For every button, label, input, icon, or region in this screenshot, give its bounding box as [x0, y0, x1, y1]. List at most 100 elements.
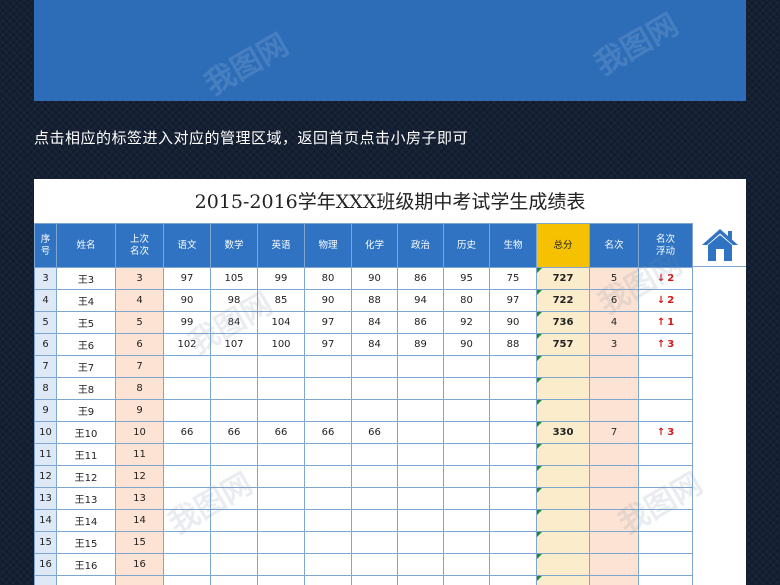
cell-seq[interactable]: 6	[34, 333, 57, 356]
cell-english[interactable]	[257, 465, 305, 488]
cell-seq[interactable]: 3	[34, 267, 57, 290]
cell-name[interactable]: 王3	[56, 267, 116, 290]
cell-politics[interactable]: 86	[397, 311, 444, 334]
cell-chemistry[interactable]: 66	[351, 421, 398, 444]
cell-rank[interactable]	[589, 487, 639, 510]
cell-change[interactable]: ↑ 3	[638, 333, 693, 356]
cell-seq[interactable]: 4	[34, 289, 57, 312]
cell-chinese[interactable]: 66	[163, 421, 211, 444]
cell-change[interactable]: ↑ 1	[638, 311, 693, 334]
cell-history[interactable]	[443, 355, 490, 378]
cell-rank[interactable]	[589, 553, 639, 576]
cell-name[interactable]: 王6	[56, 333, 116, 356]
cell-name[interactable]: 王13	[56, 487, 116, 510]
cell-english[interactable]: 99	[257, 267, 305, 290]
cell-chemistry[interactable]: 90	[351, 267, 398, 290]
cell-chemistry[interactable]	[351, 575, 398, 585]
cell-chemistry[interactable]: 84	[351, 311, 398, 334]
cell-prev-rank[interactable]: 8	[115, 377, 164, 400]
cell-english[interactable]	[257, 509, 305, 532]
cell-history[interactable]	[443, 553, 490, 576]
cell-math[interactable]: 66	[210, 421, 258, 444]
cell-english[interactable]	[257, 531, 305, 554]
cell-rank[interactable]: 5	[589, 267, 639, 290]
cell-english[interactable]	[257, 487, 305, 510]
cell-total[interactable]	[536, 509, 590, 532]
cell-name[interactable]: 王11	[56, 443, 116, 466]
cell-physics[interactable]: 97	[304, 333, 352, 356]
cell-physics[interactable]	[304, 575, 352, 585]
cell-chinese[interactable]	[163, 553, 211, 576]
cell-chinese[interactable]	[163, 355, 211, 378]
cell-chinese[interactable]	[163, 575, 211, 585]
cell-chemistry[interactable]	[351, 377, 398, 400]
cell-biology[interactable]	[489, 377, 537, 400]
cell-rank[interactable]	[589, 465, 639, 488]
cell-total[interactable]	[536, 487, 590, 510]
cell-chemistry[interactable]: 84	[351, 333, 398, 356]
cell-total[interactable]	[536, 531, 590, 554]
cell-rank[interactable]	[589, 355, 639, 378]
cell-chinese[interactable]	[163, 509, 211, 532]
cell-total[interactable]: 727	[536, 267, 590, 290]
cell-rank[interactable]	[589, 531, 639, 554]
cell-rank[interactable]	[589, 575, 639, 585]
cell-prev-rank[interactable]: 6	[115, 333, 164, 356]
cell-total[interactable]: 722	[536, 289, 590, 312]
cell-prev-rank[interactable]: 10	[115, 421, 164, 444]
cell-history[interactable]	[443, 443, 490, 466]
cell-chinese[interactable]	[163, 531, 211, 554]
cell-rank[interactable]	[589, 509, 639, 532]
cell-history[interactable]	[443, 509, 490, 532]
cell-politics[interactable]	[397, 443, 444, 466]
cell-english[interactable]	[257, 399, 305, 422]
cell-seq[interactable]: 11	[34, 443, 57, 466]
cell-biology[interactable]	[489, 531, 537, 554]
cell-politics[interactable]: 89	[397, 333, 444, 356]
cell-rank[interactable]	[589, 399, 639, 422]
cell-history[interactable]	[443, 531, 490, 554]
cell-history[interactable]: 92	[443, 311, 490, 334]
cell-chemistry[interactable]	[351, 553, 398, 576]
cell-politics[interactable]	[397, 399, 444, 422]
cell-math[interactable]	[210, 377, 258, 400]
cell-change[interactable]: ↓ 2	[638, 289, 693, 312]
cell-physics[interactable]	[304, 399, 352, 422]
cell-history[interactable]	[443, 421, 490, 444]
cell-seq[interactable]: 9	[34, 399, 57, 422]
cell-prev-rank[interactable]: 16	[115, 553, 164, 576]
cell-total[interactable]: 736	[536, 311, 590, 334]
cell-chemistry[interactable]	[351, 443, 398, 466]
cell-history[interactable]	[443, 399, 490, 422]
cell-history[interactable]	[443, 377, 490, 400]
cell-name[interactable]: 王9	[56, 399, 116, 422]
cell-physics[interactable]: 80	[304, 267, 352, 290]
cell-english[interactable]: 100	[257, 333, 305, 356]
cell-chinese[interactable]	[163, 443, 211, 466]
cell-english[interactable]: 104	[257, 311, 305, 334]
cell-history[interactable]	[443, 465, 490, 488]
cell-physics[interactable]	[304, 355, 352, 378]
cell-change[interactable]	[638, 553, 693, 576]
cell-politics[interactable]	[397, 421, 444, 444]
cell-politics[interactable]	[397, 531, 444, 554]
cell-seq[interactable]: 14	[34, 509, 57, 532]
cell-prev-rank[interactable]: 12	[115, 465, 164, 488]
cell-rank[interactable]: 3	[589, 333, 639, 356]
cell-total[interactable]	[536, 465, 590, 488]
cell-biology[interactable]	[489, 487, 537, 510]
cell-math[interactable]	[210, 443, 258, 466]
cell-change[interactable]	[638, 575, 693, 585]
cell-prev-rank[interactable]	[115, 575, 164, 585]
cell-chinese[interactable]	[163, 377, 211, 400]
cell-chinese[interactable]	[163, 399, 211, 422]
cell-chemistry[interactable]	[351, 399, 398, 422]
cell-name[interactable]: 王14	[56, 509, 116, 532]
cell-rank[interactable]: 7	[589, 421, 639, 444]
cell-seq[interactable]: 13	[34, 487, 57, 510]
cell-total[interactable]	[536, 443, 590, 466]
cell-prev-rank[interactable]: 11	[115, 443, 164, 466]
cell-change[interactable]	[638, 443, 693, 466]
home-button[interactable]	[692, 223, 746, 267]
cell-history[interactable]: 90	[443, 333, 490, 356]
